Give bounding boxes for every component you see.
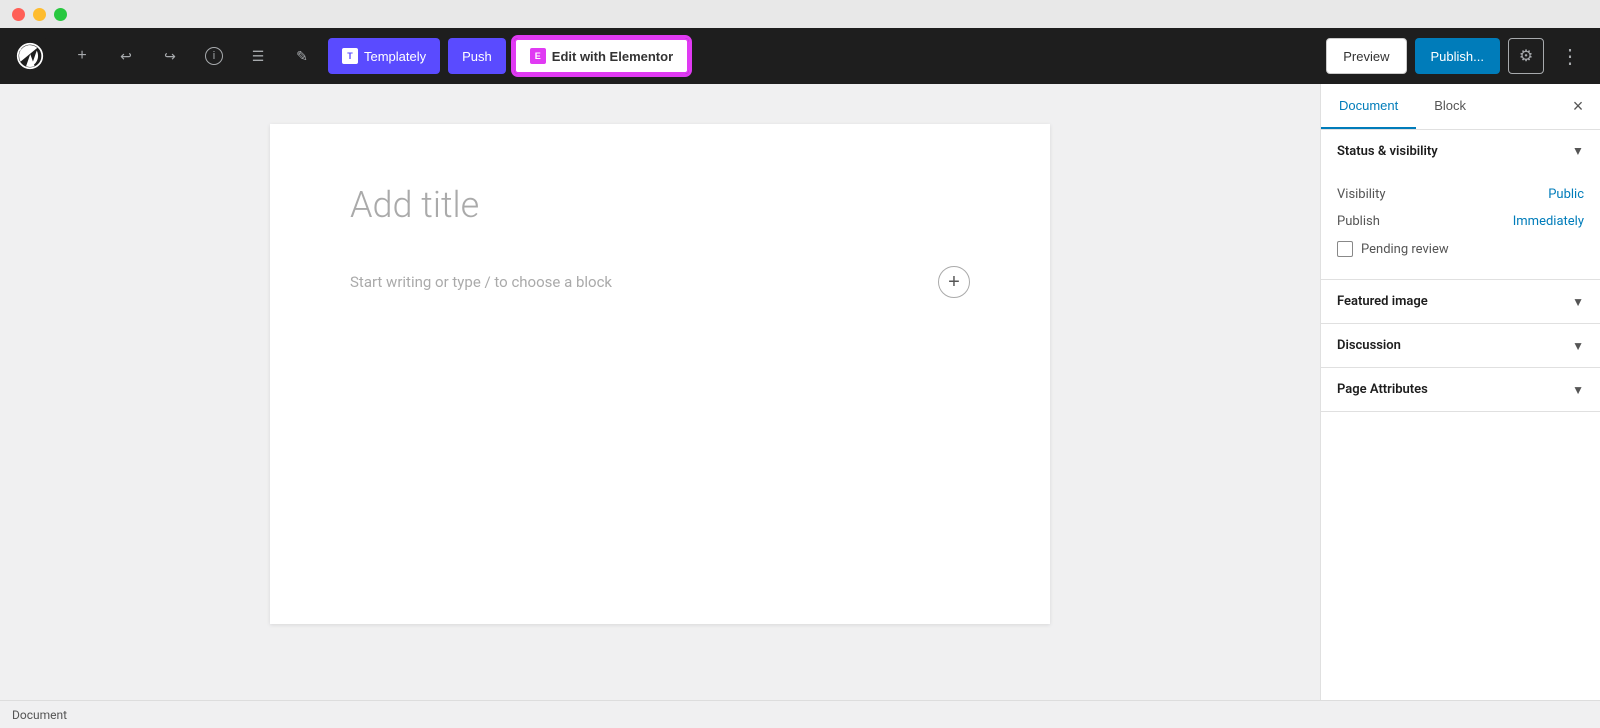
close-icon: ×: [1573, 96, 1584, 117]
templately-button[interactable]: T Templately: [328, 38, 440, 74]
list-icon: ☰: [252, 48, 265, 65]
wp-logo[interactable]: [12, 38, 48, 74]
templately-icon: T: [342, 48, 358, 64]
publish-row: Publish Immediately: [1337, 208, 1584, 235]
ellipsis-icon: ⋮: [1560, 44, 1580, 69]
publish-button[interactable]: Publish...: [1415, 38, 1500, 74]
edit-tool-button[interactable]: ✎: [284, 38, 320, 74]
editor-main: Start writing or type / to choose a bloc…: [0, 84, 1320, 700]
chevron-down-icon-featured: ▼: [1572, 295, 1584, 309]
elementor-icon: E: [530, 48, 546, 64]
sidebar-close-button[interactable]: ×: [1564, 93, 1592, 121]
add-block-toolbar-button[interactable]: +: [64, 38, 100, 74]
toolbar: + ↩ ↪ i ☰ ✎ T Templately Push E Edit wit…: [0, 28, 1600, 84]
page-attributes-header[interactable]: Page Attributes ▼: [1321, 368, 1600, 411]
undo-button[interactable]: ↩: [108, 38, 144, 74]
chevron-down-icon-attributes: ▼: [1572, 383, 1584, 397]
chevron-down-icon-discussion: ▼: [1572, 339, 1584, 353]
visibility-label: Visibility: [1337, 187, 1386, 202]
push-button[interactable]: Push: [448, 38, 506, 74]
redo-icon: ↪: [164, 48, 176, 65]
sidebar-panel: Document Block × Status & visibility ▲ V…: [1320, 84, 1600, 700]
info-icon: i: [205, 47, 223, 65]
settings-button[interactable]: ⚙: [1508, 38, 1544, 74]
status-bar: Document: [0, 700, 1600, 728]
sidebar-header: Document Block ×: [1321, 84, 1600, 130]
edit-with-elementor-button[interactable]: E Edit with Elementor: [514, 38, 689, 74]
gear-icon: ⚙: [1519, 46, 1533, 66]
elementor-label: Edit with Elementor: [552, 49, 673, 64]
add-block-plus-icon: +: [948, 271, 960, 294]
block-placeholder-text: Start writing or type / to choose a bloc…: [350, 273, 922, 291]
discussion-title: Discussion: [1337, 338, 1401, 353]
app-wrapper: + ↩ ↪ i ☰ ✎ T Templately Push E Edit wit…: [0, 28, 1600, 728]
undo-icon: ↩: [120, 48, 132, 65]
mac-titlebar: [0, 0, 1600, 28]
status-bar-label: Document: [12, 708, 67, 722]
status-visibility-header[interactable]: Status & visibility ▲: [1321, 130, 1600, 173]
push-label: Push: [462, 49, 492, 64]
pending-review-row: Pending review: [1337, 235, 1584, 263]
preview-button[interactable]: Preview: [1326, 38, 1406, 74]
tab-document[interactable]: Document: [1321, 84, 1416, 129]
redo-button[interactable]: ↪: [152, 38, 188, 74]
pending-review-label: Pending review: [1361, 242, 1449, 257]
more-options-button[interactable]: ⋮: [1552, 38, 1588, 74]
templately-label: Templately: [364, 49, 426, 64]
list-view-button[interactable]: ☰: [240, 38, 276, 74]
pending-review-checkbox[interactable]: [1337, 241, 1353, 257]
visibility-row: Visibility Public: [1337, 181, 1584, 208]
featured-image-header[interactable]: Featured image ▼: [1321, 280, 1600, 323]
post-title-input[interactable]: [350, 184, 970, 226]
mac-minimize-button[interactable]: [33, 8, 46, 21]
info-button[interactable]: i: [196, 38, 232, 74]
chevron-up-icon: ▲: [1572, 145, 1584, 159]
mac-maximize-button[interactable]: [54, 8, 67, 21]
publish-label: Publish...: [1431, 49, 1484, 64]
mac-close-button[interactable]: [12, 8, 25, 21]
tab-block[interactable]: Block: [1416, 84, 1484, 129]
discussion-section: Discussion ▼: [1321, 324, 1600, 368]
featured-image-section: Featured image ▼: [1321, 280, 1600, 324]
add-block-button[interactable]: +: [938, 266, 970, 298]
status-visibility-section: Status & visibility ▲ Visibility Public …: [1321, 130, 1600, 280]
block-area: Start writing or type / to choose a bloc…: [350, 266, 970, 298]
publish-label-sidebar: Publish: [1337, 214, 1380, 229]
status-visibility-title: Status & visibility: [1337, 144, 1438, 159]
publish-value[interactable]: Immediately: [1513, 214, 1584, 229]
editor-paper: Start writing or type / to choose a bloc…: [270, 124, 1050, 624]
preview-label: Preview: [1343, 49, 1389, 64]
page-attributes-section: Page Attributes ▼: [1321, 368, 1600, 412]
pencil-icon: ✎: [296, 48, 308, 65]
content-area: Start writing or type / to choose a bloc…: [0, 84, 1600, 700]
plus-icon: +: [77, 47, 86, 65]
discussion-header[interactable]: Discussion ▼: [1321, 324, 1600, 367]
featured-image-title: Featured image: [1337, 294, 1428, 309]
visibility-value[interactable]: Public: [1548, 187, 1584, 202]
page-attributes-title: Page Attributes: [1337, 382, 1428, 397]
status-visibility-content: Visibility Public Publish Immediately Pe…: [1321, 173, 1600, 279]
